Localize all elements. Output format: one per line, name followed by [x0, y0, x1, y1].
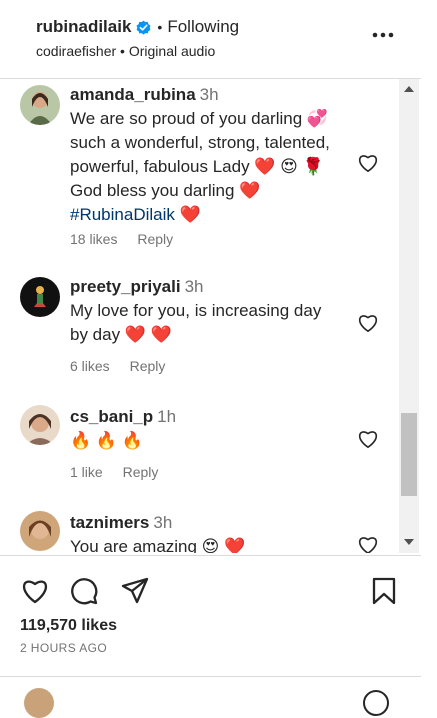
comment-body: preety_priyali 3h My love for you, is inc… — [70, 275, 360, 347]
header-title-row: rubinadilaik • Following — [36, 17, 239, 37]
comment-likes[interactable]: 6 likes — [70, 358, 110, 374]
heart-icon[interactable] — [357, 429, 379, 449]
comment-username[interactable]: taznimers — [70, 513, 149, 532]
comment-meta: 18 likes Reply — [70, 231, 189, 247]
header-separator: • — [157, 19, 163, 35]
heart-icon[interactable] — [357, 153, 379, 173]
avatar[interactable] — [20, 277, 60, 317]
heart-icon[interactable] — [357, 535, 379, 553]
hashtag-link[interactable]: #RubinaDilaik — [70, 205, 175, 224]
audio-username[interactable]: codiraefisher — [36, 43, 116, 59]
verified-badge-icon — [136, 20, 151, 35]
comment-text-line: We are so proud of you darling 💞 — [70, 109, 329, 128]
scrollbar-thumb[interactable] — [401, 413, 417, 496]
scroll-up-arrow-icon[interactable] — [404, 85, 414, 93]
avatar[interactable] — [20, 405, 60, 445]
reply-button[interactable]: Reply — [123, 464, 159, 480]
comment-text-line: My love for you, is increasing day — [70, 301, 322, 320]
comment-body: cs_bani_p 1h 🔥 🔥 🔥 — [70, 405, 360, 453]
comment-likes[interactable]: 1 like — [70, 464, 103, 480]
comment-meta: 6 likes Reply — [70, 358, 181, 374]
avatar[interactable] — [20, 85, 60, 125]
scroll-down-arrow-icon[interactable] — [404, 538, 414, 546]
avatar[interactable] — [20, 511, 60, 551]
post-header: rubinadilaik • Following codiraefisher •… — [0, 0, 421, 79]
audio-label[interactable]: Original audio — [129, 43, 215, 59]
comment-username[interactable]: preety_priyali — [70, 277, 181, 296]
comment-text-line: such a wonderful, strong, talented, — [70, 133, 330, 152]
avatar — [24, 688, 54, 718]
add-comment-divider — [0, 676, 421, 677]
comment-time: 1h — [157, 407, 177, 426]
comment-meta: 1 like Reply — [70, 464, 174, 480]
comment-icon[interactable] — [70, 576, 100, 606]
comment-text-line: God bless you darling ❤️ — [70, 181, 261, 200]
share-icon[interactable] — [120, 576, 150, 606]
post-likes-count[interactable]: 119,570 likes — [20, 617, 117, 635]
comment-text-line: You are amazing 😍 ❤️ — [70, 537, 246, 553]
author-username[interactable]: rubinadilaik — [36, 17, 131, 37]
comment-emoji: ❤️ — [179, 205, 201, 224]
comment-text-line: by day ❤️ ❤️ — [70, 325, 172, 344]
heart-icon[interactable] — [20, 576, 50, 606]
reply-button[interactable]: Reply — [137, 231, 173, 247]
comment-time: 3h — [199, 85, 219, 104]
more-options-icon[interactable] — [372, 30, 394, 40]
emoji-icon[interactable] — [363, 690, 389, 716]
following-button[interactable]: Following — [167, 17, 239, 37]
bookmark-icon[interactable] — [369, 576, 399, 606]
comment-time: 3h — [153, 513, 173, 532]
comment-likes[interactable]: 18 likes — [70, 231, 117, 247]
comment-body: taznimers 3h You are amazing 😍 ❤️ — [70, 511, 360, 553]
comment-text-line: 🔥 🔥 🔥 — [70, 431, 143, 450]
comment-username[interactable]: amanda_rubina — [70, 85, 196, 104]
comments-list[interactable]: amanda_rubina 3h We are so proud of you d… — [0, 79, 398, 553]
heart-icon[interactable] — [357, 313, 379, 333]
audio-row: codiraefisher • Original audio — [36, 43, 215, 59]
reply-button[interactable]: Reply — [130, 358, 166, 374]
comment-text-line: powerful, fabulous Lady ❤️ 😍 🌹 — [70, 157, 324, 176]
comment-time: 3h — [184, 277, 204, 296]
audio-separator: • — [120, 43, 125, 59]
comment-body: amanda_rubina 3h We are so proud of you d… — [70, 83, 360, 227]
section-divider — [0, 555, 421, 556]
post-timestamp: 2 HOURS AGO — [20, 641, 108, 655]
comment-username[interactable]: cs_bani_p — [70, 407, 153, 426]
